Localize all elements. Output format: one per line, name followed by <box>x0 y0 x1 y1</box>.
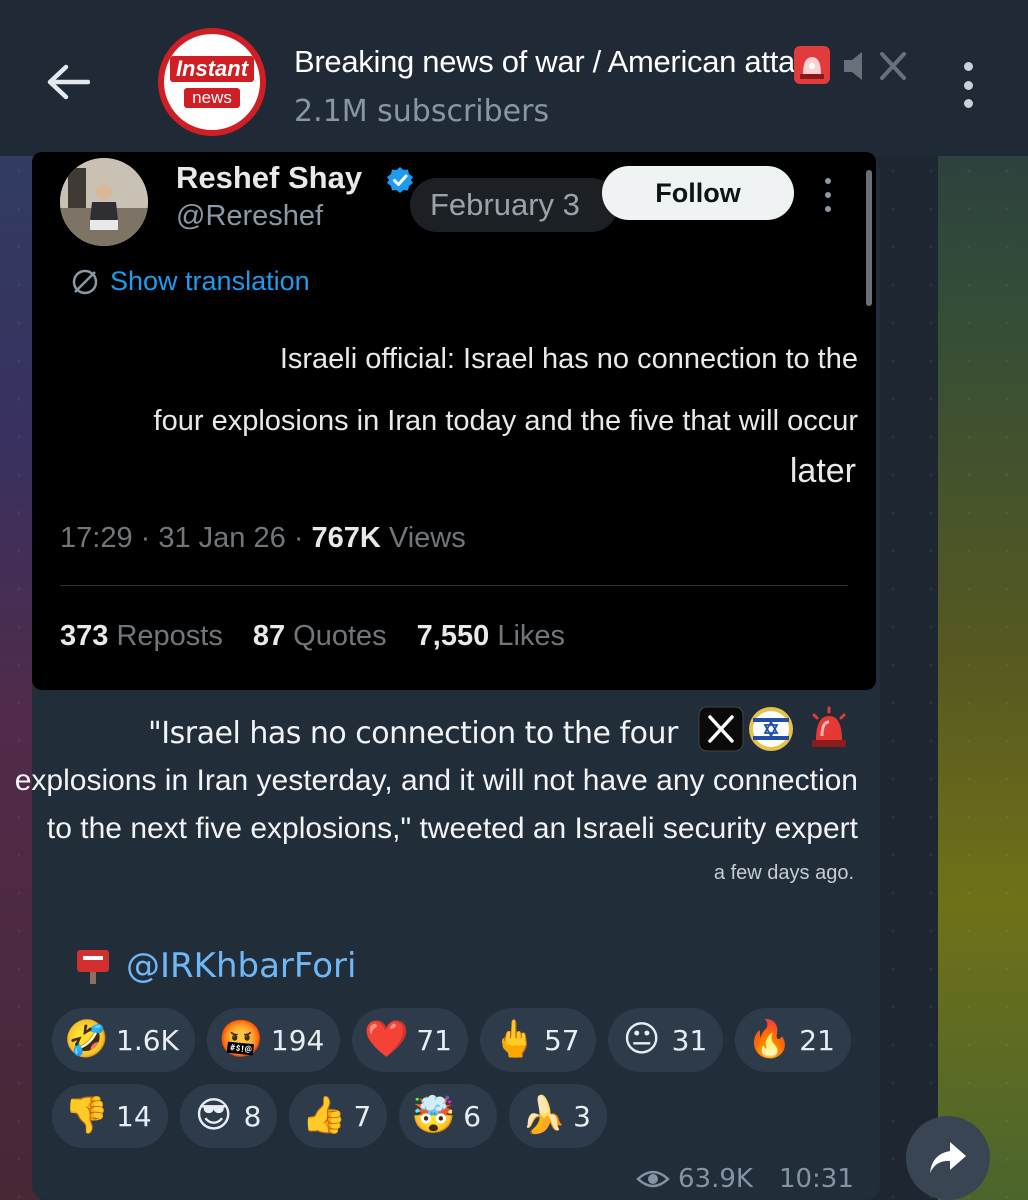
israel-flag-icon <box>749 707 793 751</box>
tweet-text-line-2: four explosions in Iran today and the fi… <box>153 405 858 437</box>
scrollbar[interactable] <box>866 170 872 306</box>
reaction-neutral[interactable]: 😐 31 <box>607 1008 724 1072</box>
reaction-cursing-icon: 🤬 <box>218 1019 264 1060</box>
tweet-meta: 17:29 · 31 Jan 26 · 767K Views <box>60 522 466 554</box>
message-time: 10:31 <box>778 1164 854 1194</box>
tweet-stats: 373 Reposts 87 Quotes 7,550 Likes <box>60 620 565 653</box>
back-button[interactable] <box>44 58 92 106</box>
reaction-thumbs-down-icon: 👎 <box>64 1095 109 1136</box>
reaction-heart[interactable]: ❤️ 71 <box>352 1008 468 1072</box>
reaction-count: 1.6K <box>116 1023 179 1057</box>
reaction-heart-icon: ❤️ <box>364 1019 410 1060</box>
reaction-count: 21 <box>799 1023 835 1057</box>
reaction-banana[interactable]: 🍌 3 <box>509 1084 607 1148</box>
tweet-time: 17:29 <box>60 522 133 554</box>
reaction-rofl[interactable]: 🤣 1.6K <box>52 1008 195 1072</box>
reaction-middle-finger-icon: 🖕 <box>491 1019 537 1060</box>
mailbox-icon <box>77 950 109 984</box>
reaction-fire[interactable]: 🔥 21 <box>735 1008 851 1072</box>
quotes-stat[interactable]: 87 Quotes <box>253 620 387 653</box>
share-button[interactable] <box>906 1116 990 1200</box>
reaction-sunglasses-icon: 😎 <box>194 1095 233 1136</box>
logo-text-news: news <box>184 88 240 108</box>
reaction-count: 8 <box>243 1099 262 1133</box>
tweet-more-icon[interactable] <box>818 178 838 212</box>
message-footer: 63.9K 10:31 <box>636 1164 854 1194</box>
reaction-rofl-icon: 🤣 <box>64 1019 109 1060</box>
eye-icon <box>636 1170 670 1188</box>
subscriber-count: 2.1M subscribers <box>294 94 550 129</box>
translate-icon <box>72 269 98 294</box>
tweet-date: 31 Jan 26 <box>158 522 286 554</box>
reactions-bar: 🤣 1.6K 🤬 194 ❤️ 71 🖕 57 😐 31 🔥 21 👎 14 😎 8 👍 7 🤯 6 🍌 3 <box>52 1008 872 1148</box>
reposts-label: Reposts <box>116 620 223 652</box>
view-count: 63.9K <box>678 1164 753 1194</box>
caption-time-note: a few days ago. <box>713 862 854 884</box>
reaction-thumbs-up[interactable]: 👍 7 <box>289 1084 388 1148</box>
caption-line-1: "Israel has no connection to the four <box>148 716 678 751</box>
tweet-views-count: 767K <box>311 522 381 554</box>
reaction-thumbs-down[interactable]: 👎 14 <box>52 1084 168 1148</box>
tweet-body: Israeli official: Israel has no connecti… <box>132 328 858 452</box>
reaction-sunglasses[interactable]: 😎 8 <box>179 1084 278 1148</box>
siren-icon <box>812 706 846 747</box>
likes-count: 7,550 <box>416 620 490 652</box>
share-icon <box>930 1142 966 1173</box>
mention-row: @IRKhbarFori <box>74 946 356 986</box>
tweet-divider <box>60 585 848 586</box>
channel-mention-link[interactable]: @IRKhbarFori <box>126 946 356 986</box>
quotes-count: 87 <box>252 620 286 652</box>
tweet-text-line-1: Israeli official: Israel has no connecti… <box>279 343 858 375</box>
reaction-count: 14 <box>116 1099 152 1133</box>
reaction-count: 57 <box>543 1023 580 1057</box>
reposts-count: 373 <box>60 620 109 652</box>
reaction-count: 71 <box>416 1023 452 1057</box>
tweet-author-name[interactable]: Reshef Shay <box>176 160 362 196</box>
reaction-count: 6 <box>463 1099 482 1133</box>
reaction-neutral-icon: 😐 <box>622 1019 661 1060</box>
likes-stat[interactable]: 7,550 Likes <box>417 620 565 653</box>
show-translation-label: Show translation <box>110 266 310 296</box>
reaction-count: 194 <box>270 1023 325 1057</box>
logo-text-instant: Instant <box>169 56 255 82</box>
more-vertical-icon[interactable] <box>952 62 984 108</box>
reaction-count: 3 <box>573 1099 591 1133</box>
reaction-count: 31 <box>671 1023 708 1057</box>
reaction-count: 7 <box>353 1099 372 1133</box>
reaction-banana-icon: 🍌 <box>521 1095 566 1136</box>
reaction-mind-blown[interactable]: 🤯 6 <box>399 1084 498 1148</box>
likes-label: Likes <box>497 620 566 652</box>
mute-icon <box>844 52 906 80</box>
channel-title[interactable]: Breaking news of war / American attack <box>294 44 826 80</box>
quotes-label: Quotes <box>293 620 387 652</box>
tweet-text-line-3: later <box>789 452 856 490</box>
channel-avatar[interactable]: Instant news <box>158 28 266 136</box>
caption-line-2: explosions in Iran yesterday, and it wil… <box>14 764 858 797</box>
reaction-middle-finger[interactable]: 🖕 57 <box>479 1008 596 1072</box>
verified-icon <box>387 167 413 193</box>
follow-button[interactable]: Follow <box>602 166 794 220</box>
date-pill: February 3 <box>410 178 618 232</box>
siren-icon <box>794 46 830 84</box>
tweet-screenshot[interactable]: Reshef Shay @Rereshef February 3 Follow … <box>32 152 876 690</box>
x-logo-icon <box>698 706 744 752</box>
author-avatar <box>60 158 148 246</box>
show-translation-link[interactable]: Show translation <box>70 266 310 297</box>
reposts-stat[interactable]: 373 Reposts <box>60 620 223 653</box>
tweet-author-handle[interactable]: @Rereshef <box>176 200 323 233</box>
chat-header: Instant news Breaking news of war / Amer… <box>0 0 1028 156</box>
reaction-cursing[interactable]: 🤬 194 <box>206 1008 341 1072</box>
caption-line-3: to the next five explosions," tweeted an… <box>46 812 858 845</box>
back-arrow-icon <box>47 64 90 100</box>
reaction-fire-icon: 🔥 <box>747 1019 793 1060</box>
tweet-views-label: Views <box>388 522 466 554</box>
reaction-mind-blown-icon: 🤯 <box>411 1095 457 1136</box>
reaction-thumbs-up-icon: 👍 <box>301 1095 347 1136</box>
